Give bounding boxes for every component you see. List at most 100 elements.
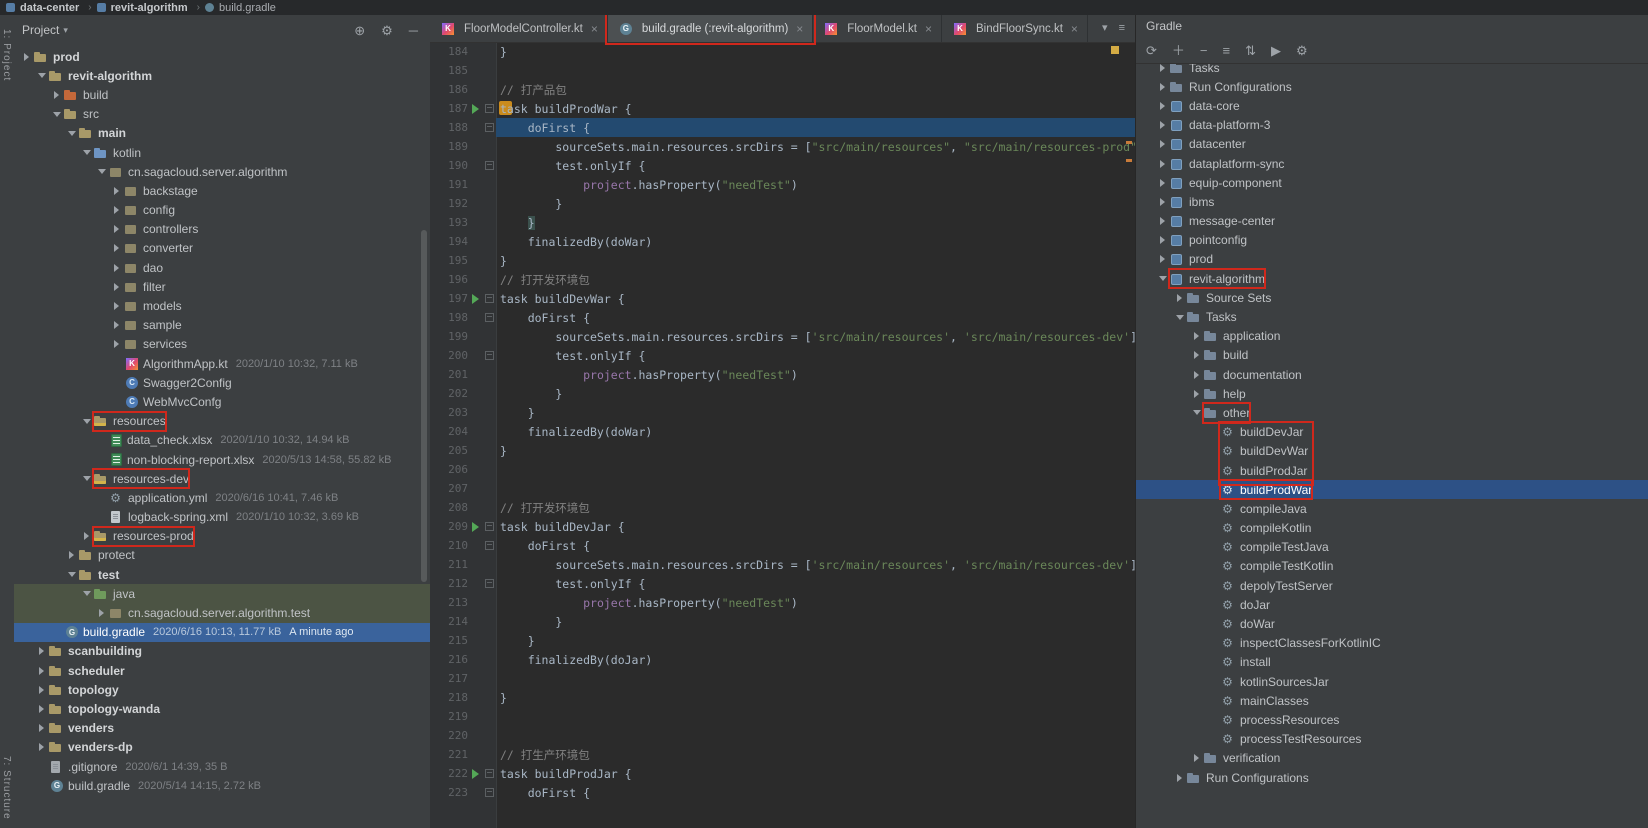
hide-panel-icon[interactable]: ─ [409,24,418,37]
project-tree-item-resources-dev[interactable]: resources-dev [14,469,430,488]
code-line-203[interactable]: 203 } [430,403,1135,422]
code-line-193[interactable]: 193 } [430,213,1135,232]
project-tree-item-services[interactable]: services [14,335,430,354]
project-tree-item-build-gradle[interactable]: Gbuild.gradle2020/5/14 14:15, 2.72 kB [14,776,430,795]
expand-arrow[interactable] [1190,390,1203,398]
gradle-tree-item-help[interactable]: help [1136,384,1648,403]
editor-tab-floormodel-kt[interactable]: KFloorModel.kt× [813,15,942,42]
code-line-192[interactable]: 192 } [430,194,1135,213]
gradle-tree-item-mainclasses[interactable]: ⚙mainClasses [1136,691,1648,710]
close-icon[interactable]: × [591,22,598,36]
expand-arrow[interactable] [1156,198,1169,206]
code-line-211[interactable]: 211 sourceSets.main.resources.srcDirs = … [430,555,1135,574]
project-tree-item-backstage[interactable]: backstage [14,181,430,200]
gradle-tree-item-run-configurations[interactable]: Run Configurations [1136,768,1648,787]
expand-arrow[interactable] [1156,83,1169,91]
code-line-185[interactable]: 185 [430,61,1135,80]
code-line-212[interactable]: 212 test.onlyIf { [430,574,1135,593]
gradle-tree-item-processresources[interactable]: ⚙processResources [1136,710,1648,729]
expand-arrow[interactable] [65,572,78,577]
project-tree-item-resources[interactable]: resources [14,412,430,431]
expand-arrow[interactable] [1156,160,1169,168]
project-tree-item-kotlin[interactable]: kotlin [14,143,430,162]
fold-marker[interactable] [482,161,496,170]
code-line-190[interactable]: 190 test.onlyIf { [430,156,1135,175]
code-line-189[interactable]: 189 sourceSets.main.resources.srcDirs = … [430,137,1135,156]
project-tree-item-test[interactable]: test [14,565,430,584]
project-tree-item-venders[interactable]: venders [14,719,430,738]
code-line-186[interactable]: 186// 打产品包 [430,80,1135,99]
gradle-tree-item-ibms[interactable]: ibms [1136,192,1648,211]
expand-arrow[interactable] [110,244,123,252]
gradle-tree-item-builddevwar[interactable]: ⚙buildDevWar [1136,442,1648,461]
code-line-210[interactable]: 210 doFirst { [430,536,1135,555]
gradle-tree-item-revit-algorithm[interactable]: revit-algorithm [1136,269,1648,288]
expand-arrow[interactable] [65,551,78,559]
gradle-tree-item-equip-component[interactable]: equip-component [1136,173,1648,192]
fold-marker[interactable] [482,579,496,588]
gradle-tree-item-prod[interactable]: prod [1136,250,1648,269]
gradle-tree-item-dataplatform-sync[interactable]: dataplatform-sync [1136,154,1648,173]
detach-project-icon[interactable]: − [1200,44,1208,57]
expand-arrow[interactable] [1190,351,1203,359]
expand-arrow[interactable] [1190,410,1203,415]
code-line-218[interactable]: 218} [430,688,1135,707]
gradle-tree-item-data-platform-3[interactable]: data-platform-3 [1136,116,1648,135]
fold-marker[interactable] [482,104,496,113]
expand-arrow[interactable] [110,206,123,214]
chevron-down-icon[interactable]: ▾ [63,25,68,36]
code-line-202[interactable]: 202 } [430,384,1135,403]
project-tree-item-build[interactable]: build [14,85,430,104]
expand-arrow[interactable] [50,112,63,117]
expand-arrow[interactable] [20,53,33,61]
code-line-223[interactable]: 223 doFirst { [430,783,1135,802]
locate-file-icon[interactable]: ⊕ [354,24,365,37]
gradle-tree-item-compiletestjava[interactable]: ⚙compileTestJava [1136,538,1648,557]
code-line-198[interactable]: 198 doFirst { [430,308,1135,327]
expand-arrow[interactable] [1156,102,1169,110]
project-tree-item-webmvcconfg[interactable]: CWebMvcConfg [14,392,430,411]
gradle-tree-item-buildprodjar[interactable]: ⚙buildProdJar [1136,461,1648,480]
gradle-tree-item-builddevjar[interactable]: ⚙buildDevJar [1136,423,1648,442]
inspection-indicator[interactable] [1111,46,1119,54]
tab-menu-icon[interactable]: ≡ [1119,23,1125,34]
editor-tab-bindfloorsync-kt[interactable]: KBindFloorSync.kt× [942,15,1088,42]
code-line-219[interactable]: 219 [430,707,1135,726]
expand-arrow[interactable] [35,743,48,751]
code-line-207[interactable]: 207 [430,479,1135,498]
breadcrumb-item-revit-algorithm[interactable]: revit-algorithm [97,2,188,14]
code-line-208[interactable]: 208// 打开发环境包 [430,498,1135,517]
project-tree-item-gitignore[interactable]: .gitignore2020/6/1 14:39, 35 B [14,757,430,776]
code-line-187[interactable]: 187task buildProdWar { [430,99,1135,118]
expand-arrow[interactable] [35,705,48,713]
expand-arrow[interactable] [1190,332,1203,340]
code-line-196[interactable]: 196// 打开发环境包 [430,270,1135,289]
stripe-structure-button[interactable]: 7: Structure [1,756,12,820]
gradle-tree-item-dowar[interactable]: ⚙doWar [1136,614,1648,633]
project-tree-item-filter[interactable]: filter [14,277,430,296]
expand-arrow[interactable] [110,187,123,195]
code-line-216[interactable]: 216 finalizedBy(doJar) [430,650,1135,669]
expand-all-icon[interactable]: ⇅ [1245,44,1256,57]
gradle-tree-item-buildprodwar[interactable]: ⚙buildProdWar [1136,480,1648,499]
fold-marker[interactable] [482,541,496,550]
gradle-tree-item-depolytestserver[interactable]: ⚙depolyTestServer [1136,576,1648,595]
project-scrollbar[interactable] [421,230,427,582]
expand-arrow[interactable] [110,321,123,329]
expand-arrow[interactable] [110,302,123,310]
fold-marker[interactable] [482,788,496,797]
expand-arrow[interactable] [80,532,93,540]
project-tree-item-topology-wanda[interactable]: topology-wanda [14,699,430,718]
expand-arrow[interactable] [65,131,78,136]
project-tree-item-data-check-xlsx[interactable]: data_check.xlsx2020/1/10 10:32, 14.94 kB [14,431,430,450]
code-editor[interactable]: 184}185186// 打产品包187task buildProdWar {1… [430,42,1135,828]
expand-arrow[interactable] [1156,121,1169,129]
close-icon[interactable]: × [925,22,932,36]
expand-arrow[interactable] [1190,754,1203,762]
expand-arrow[interactable] [95,169,108,174]
expand-arrow[interactable] [1173,315,1186,320]
project-tree-item-cn-sagacloud-server-algorithm-test[interactable]: cn.sagacloud.server.algorithm.test [14,603,430,622]
code-line-206[interactable]: 206 [430,460,1135,479]
code-line-220[interactable]: 220 [430,726,1135,745]
project-tree-item-venders-dp[interactable]: venders-dp [14,738,430,757]
